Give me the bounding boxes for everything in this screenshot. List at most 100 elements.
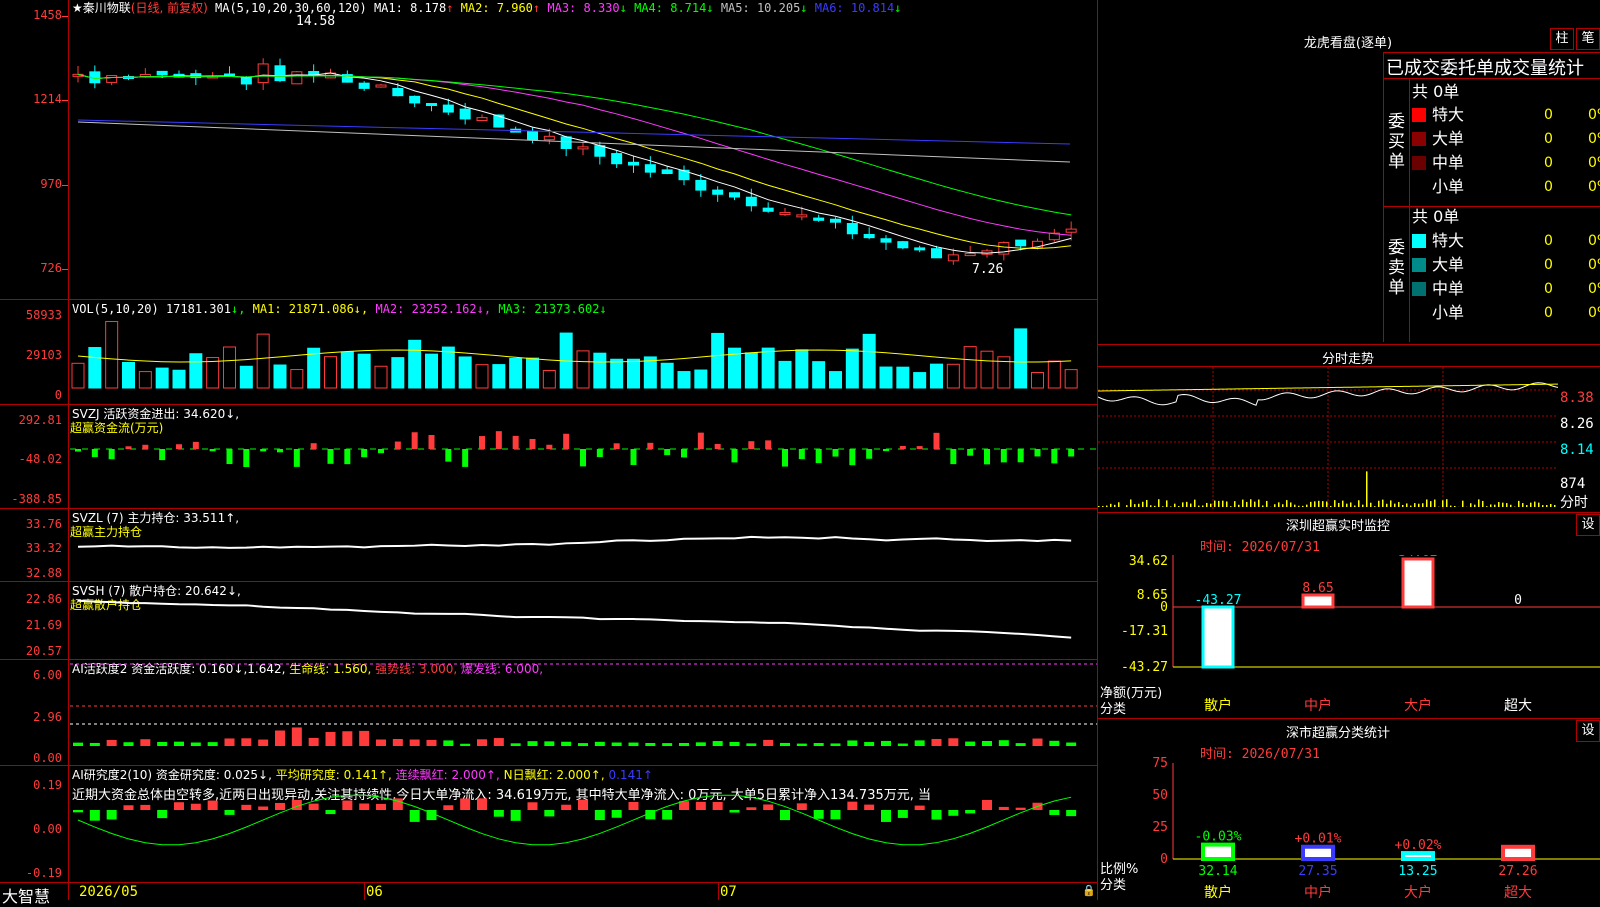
monitor-category: 中户 bbox=[1304, 697, 1332, 714]
kline-chart-area[interactable]: ★秦川物联(日线, 前复权) MA(5,10,20,30,60,120) MA1… bbox=[0, 0, 1098, 900]
high-price-mark: 14.58 bbox=[296, 14, 335, 29]
research-bar bbox=[73, 810, 83, 812]
flow-bar bbox=[311, 443, 317, 449]
flow-bar bbox=[176, 444, 182, 449]
intraday-vol-bar bbox=[1342, 501, 1344, 507]
intraday-vol-bar bbox=[1170, 506, 1172, 507]
ma-values: MA1: 8.178↑ MA2: 7.960↑ MA3: 8.330↓ MA4:… bbox=[374, 1, 902, 15]
tick-mode-button[interactable]: 笔 bbox=[1576, 28, 1600, 50]
volume-bar bbox=[274, 365, 286, 388]
ai-research-chart[interactable] bbox=[70, 780, 1097, 880]
activity-bar bbox=[881, 741, 891, 746]
volume-bar bbox=[745, 353, 757, 388]
intraday-vol-bar bbox=[1134, 504, 1136, 507]
volume-bar bbox=[72, 363, 84, 388]
volume-bar bbox=[577, 351, 589, 388]
activity-bar bbox=[915, 740, 925, 746]
activity-bar bbox=[679, 743, 689, 746]
research-bar bbox=[915, 806, 925, 810]
monitor-settings-button[interactable]: 设 bbox=[1576, 514, 1600, 536]
intraday-vol-bar bbox=[1454, 506, 1456, 507]
candle-body bbox=[780, 213, 790, 215]
intraday-vol-bar bbox=[1174, 504, 1176, 507]
color-swatch bbox=[1412, 282, 1426, 296]
candle-body bbox=[561, 137, 571, 149]
volume-bar bbox=[813, 362, 825, 388]
classify-category: 大户 bbox=[1404, 884, 1432, 900]
volume-bar bbox=[510, 358, 522, 388]
svzj-axis-mid: -48.02 bbox=[0, 452, 62, 466]
divider bbox=[0, 508, 1098, 509]
monitor-category: 超大 bbox=[1504, 698, 1532, 714]
activity-bar bbox=[831, 743, 841, 746]
svzj-axis-min: -388.85 bbox=[0, 492, 62, 506]
research-bar bbox=[241, 805, 251, 810]
flow-bar bbox=[328, 449, 334, 464]
svsh-retail-chart[interactable] bbox=[70, 596, 1097, 658]
classify-settings-button[interactable]: 设 bbox=[1576, 720, 1600, 742]
intraday-vol-bar bbox=[1522, 503, 1524, 507]
intraday-vol-bar bbox=[1298, 506, 1300, 507]
order-count: 0 bbox=[1544, 103, 1553, 127]
ma2-line bbox=[78, 74, 1071, 248]
intraday-vol-bar bbox=[1502, 503, 1504, 507]
order-type: 大单 bbox=[1432, 255, 1464, 274]
intraday-vol-bar bbox=[1190, 504, 1192, 507]
intraday-vol-bar bbox=[1150, 505, 1152, 507]
intraday-vol-bar bbox=[1098, 506, 1100, 507]
flow-bar bbox=[563, 434, 569, 449]
candlestick-chart[interactable] bbox=[70, 17, 1097, 299]
retail-holding-line bbox=[78, 601, 1071, 638]
right-panel: 龙虎看盘(逐单) 柱 笔 已成交委托单成交量统计 委买单 委卖单 共 0单 特大… bbox=[1098, 0, 1600, 900]
divider bbox=[1383, 52, 1600, 53]
candle-body bbox=[629, 162, 639, 165]
ma4-line bbox=[78, 74, 1071, 214]
research-bar bbox=[595, 810, 605, 820]
intraday-vol-bar bbox=[1306, 505, 1308, 507]
intraday-vol-bar bbox=[1534, 502, 1536, 507]
flow-bar bbox=[1018, 449, 1024, 462]
activity-bar bbox=[494, 738, 504, 746]
intraday-vol-bar bbox=[1366, 471, 1368, 507]
buy-total: 共 0单 bbox=[1412, 80, 1459, 104]
order-count: 0 bbox=[1544, 175, 1553, 199]
ai-activity-chart[interactable] bbox=[70, 662, 1097, 764]
intraday-title: 分时走势 bbox=[1278, 348, 1418, 367]
svzj-fund-flow-chart[interactable] bbox=[70, 412, 1097, 506]
monitor-axis-label: -17.31 bbox=[1121, 624, 1168, 639]
svzl-holding-chart[interactable] bbox=[70, 520, 1097, 580]
classify-value: 27.35 bbox=[1298, 864, 1337, 879]
intraday-vol-bar bbox=[1414, 503, 1416, 507]
activity-bar bbox=[544, 741, 554, 746]
intraday-chart[interactable] bbox=[1098, 367, 1558, 509]
divider bbox=[1098, 718, 1600, 719]
intraday-vol-bar bbox=[1290, 502, 1292, 507]
research-bar bbox=[629, 802, 639, 810]
color-swatch bbox=[1412, 132, 1426, 146]
order-count: 0 bbox=[1544, 277, 1553, 301]
intraday-vol-bar bbox=[1218, 501, 1220, 507]
lock-icon[interactable]: 🔒 bbox=[1082, 884, 1096, 897]
flow-bar bbox=[412, 432, 418, 449]
vol-ma2: MA2: 23252.162↓, bbox=[375, 302, 491, 316]
classify-bar bbox=[1403, 853, 1433, 859]
research-line bbox=[78, 795, 1071, 845]
research-bar bbox=[730, 810, 740, 813]
monitor-axis-label: 34.62 bbox=[1129, 555, 1168, 569]
activity-bar bbox=[1016, 743, 1026, 746]
activity-bar bbox=[746, 743, 756, 746]
bar-mode-button[interactable]: 柱 bbox=[1550, 28, 1574, 50]
intraday-vol-bar bbox=[1346, 504, 1348, 507]
avg-line bbox=[1098, 384, 1558, 391]
ma1-line bbox=[78, 73, 1071, 253]
flow-bar bbox=[866, 449, 872, 459]
monitor-bar-label: 34.62 bbox=[1398, 555, 1437, 560]
ma3-dir: ↓ bbox=[620, 1, 627, 15]
vol-header: VOL(5,10,20) 17181.301↓, MA1: 21871.086↓… bbox=[72, 301, 607, 317]
volume-bar bbox=[190, 354, 202, 388]
research-bar bbox=[376, 804, 386, 810]
volume-bar bbox=[139, 372, 151, 388]
volume-chart[interactable] bbox=[70, 316, 1097, 398]
intraday-vol-bar bbox=[1394, 504, 1396, 507]
classify-value: 32.14 bbox=[1198, 864, 1237, 879]
